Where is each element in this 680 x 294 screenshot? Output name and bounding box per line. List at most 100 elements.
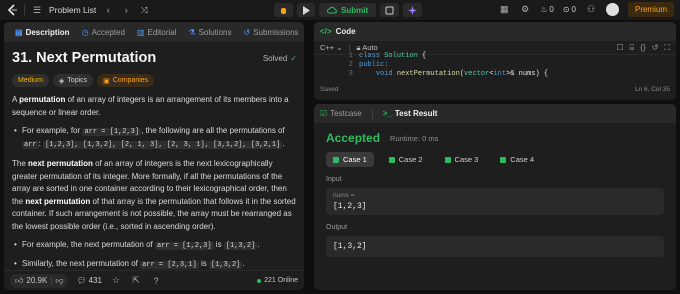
debug-button[interactable] xyxy=(274,3,293,17)
difficulty-badge[interactable]: Medium xyxy=(12,74,49,87)
tab-description[interactable]: ▤ Description xyxy=(9,22,76,42)
streak-counter[interactable]: ♨ 0 xyxy=(540,5,554,14)
layout-icon[interactable]: ▦ xyxy=(498,4,510,15)
terminal-icon: >_ xyxy=(382,109,392,118)
leetcode-logo-icon[interactable] xyxy=(6,4,18,16)
auto-mode[interactable]: 🔒︎ Auto xyxy=(357,43,378,53)
share-icon[interactable]: ⇱ xyxy=(130,275,142,286)
comment-count: 431 xyxy=(88,276,102,285)
problem-title: 31. Next Permutation xyxy=(12,50,157,66)
tab-testcase[interactable]: ☑ Testcase xyxy=(320,104,362,124)
tab-label: Test Result xyxy=(394,109,438,118)
case-tab-1[interactable]: Case 1 xyxy=(326,152,374,167)
play-icon xyxy=(303,5,310,15)
format-icon[interactable]: ⌸ xyxy=(630,43,635,53)
list-item: Similarly, the next permutation of arr =… xyxy=(12,258,297,270)
paragraph: A permutation of an array of integers is… xyxy=(12,95,289,117)
online-label: 221 Online xyxy=(264,277,298,284)
input-label: Input xyxy=(326,176,342,183)
bullet-list: For example, for arr = [1,2,3], the foll… xyxy=(12,125,297,151)
input-value: [1,2,3] xyxy=(333,202,367,211)
shuffle-icon[interactable]: ⤨ xyxy=(138,5,150,16)
history-icon: ↺ xyxy=(243,27,251,37)
bullet-list: For example, the next permutation of arr… xyxy=(12,239,297,270)
topics-tag[interactable]: ◈ Topics xyxy=(52,74,94,87)
tab-label: Description xyxy=(25,27,70,37)
check-icon xyxy=(444,156,451,163)
output-value: [1,3,2] xyxy=(333,242,367,251)
list-item: For example, the next permutation of arr… xyxy=(12,239,297,252)
help-icon[interactable]: ? xyxy=(150,276,162,286)
document-icon: ▤ xyxy=(15,27,23,37)
next-problem-icon[interactable]: › xyxy=(120,5,132,15)
language-select[interactable]: C++ ⌄ xyxy=(320,43,343,52)
like-button[interactable]: 👍︎ 20.9K | 👎︎ xyxy=(10,273,69,288)
online-dot-icon xyxy=(257,278,262,283)
input-box: nums = [1,2,3] xyxy=(326,188,664,215)
check-icon xyxy=(333,156,339,163)
tab-accepted[interactable]: ◷ Accepted xyxy=(76,22,131,42)
output-label: Output xyxy=(326,224,348,231)
divider xyxy=(371,108,373,119)
solved-label: Solved xyxy=(262,53,288,63)
tag-icon: ◈ xyxy=(58,77,65,85)
bell-icon: ⊙ xyxy=(562,5,570,14)
tab-editorial[interactable]: ▥ Editorial xyxy=(131,22,182,42)
tag-label: Topics xyxy=(67,77,88,84)
tag-row: Medium ◈ Topics ▣ Companies xyxy=(12,74,297,87)
tab-test-result[interactable]: >_ Test Result xyxy=(383,104,438,124)
like-count: 20.9K xyxy=(26,276,48,285)
divider xyxy=(24,5,25,15)
comments-button[interactable]: 💬︎ 431 xyxy=(76,276,102,285)
saved-status: Saved xyxy=(320,85,339,93)
tab-label: Solutions xyxy=(198,27,232,37)
prev-problem-icon[interactable]: ‹ xyxy=(102,5,114,15)
input-name: nums = xyxy=(333,192,355,199)
companies-tag[interactable]: ▣ Companies xyxy=(97,74,155,87)
avatar[interactable] xyxy=(605,3,619,16)
notes-button[interactable] xyxy=(380,3,400,17)
add-user-icon[interactable]: ⚇ xyxy=(585,4,597,15)
case-tab-3[interactable]: Case 3 xyxy=(438,152,486,167)
submit-button[interactable]: Submit xyxy=(319,3,377,17)
settings-icon[interactable]: ⚙ xyxy=(519,4,531,15)
check-icon xyxy=(388,156,395,163)
solved-status: Solved ✓ xyxy=(263,54,297,63)
list-item: For example, for arr = [1,2,3], the foll… xyxy=(12,125,297,151)
cloud-upload-icon xyxy=(327,6,337,14)
check-icon xyxy=(500,156,507,163)
code-line: 1 class Solution { xyxy=(348,52,427,60)
lock-icon: 🔒︎ xyxy=(356,42,361,52)
notifications[interactable]: ⊙ 0 xyxy=(563,5,576,14)
list-icon[interactable]: ☰ xyxy=(31,5,43,16)
star-icon[interactable]: ☆ xyxy=(110,275,122,286)
tab-solutions[interactable]: ⚗ Solutions xyxy=(182,22,237,42)
premium-button[interactable]: Premium xyxy=(627,2,674,17)
flask-icon: ⚗ xyxy=(188,27,196,37)
case-tab-2[interactable]: Case 2 xyxy=(382,152,430,167)
code-line: 3 void nextPermutation(vector<int>& nums… xyxy=(348,70,549,78)
fullscreen-icon[interactable]: ⛶ xyxy=(664,43,670,53)
lock-icon: ▣ xyxy=(103,77,110,85)
tag-label: Companies xyxy=(112,77,149,84)
check-circle-icon: ✓ xyxy=(290,53,297,63)
bug-icon xyxy=(281,7,286,14)
braces-icon[interactable]: {} xyxy=(640,43,645,53)
runtime: Runtime: 0 ms xyxy=(390,133,439,143)
run-button[interactable] xyxy=(297,3,315,17)
reset-icon[interactable]: ↺ xyxy=(652,43,659,53)
case-tab-4[interactable]: Case 4 xyxy=(493,152,541,167)
ai-button[interactable] xyxy=(403,3,423,17)
bookmark-icon[interactable]: ☐ xyxy=(616,43,623,53)
top-bar: ☰ Problem List ‹ › ⤨ Submit ▦ ⚙ ♨ 0 ⊙ 0 … xyxy=(0,0,680,20)
thumbs-down-icon[interactable]: 👎︎ xyxy=(55,276,63,286)
tab-label: Editorial xyxy=(147,27,177,37)
paragraph: The next permutation of an array of inte… xyxy=(12,159,296,231)
cursor-position: Ln 6, Col 35 xyxy=(634,85,670,93)
code-editor[interactable]: 1 class Solution { 2 public: 3 void next… xyxy=(314,52,676,82)
code-line: 2 public: xyxy=(348,61,389,69)
editor-status: Saved Ln 6, Col 35 xyxy=(314,82,676,96)
tab-submissions[interactable]: ↺ Submissions xyxy=(237,22,304,42)
problem-list-link[interactable]: Problem List xyxy=(49,5,96,15)
result-tabs: ☑ Testcase >_ Test Result xyxy=(314,104,676,123)
